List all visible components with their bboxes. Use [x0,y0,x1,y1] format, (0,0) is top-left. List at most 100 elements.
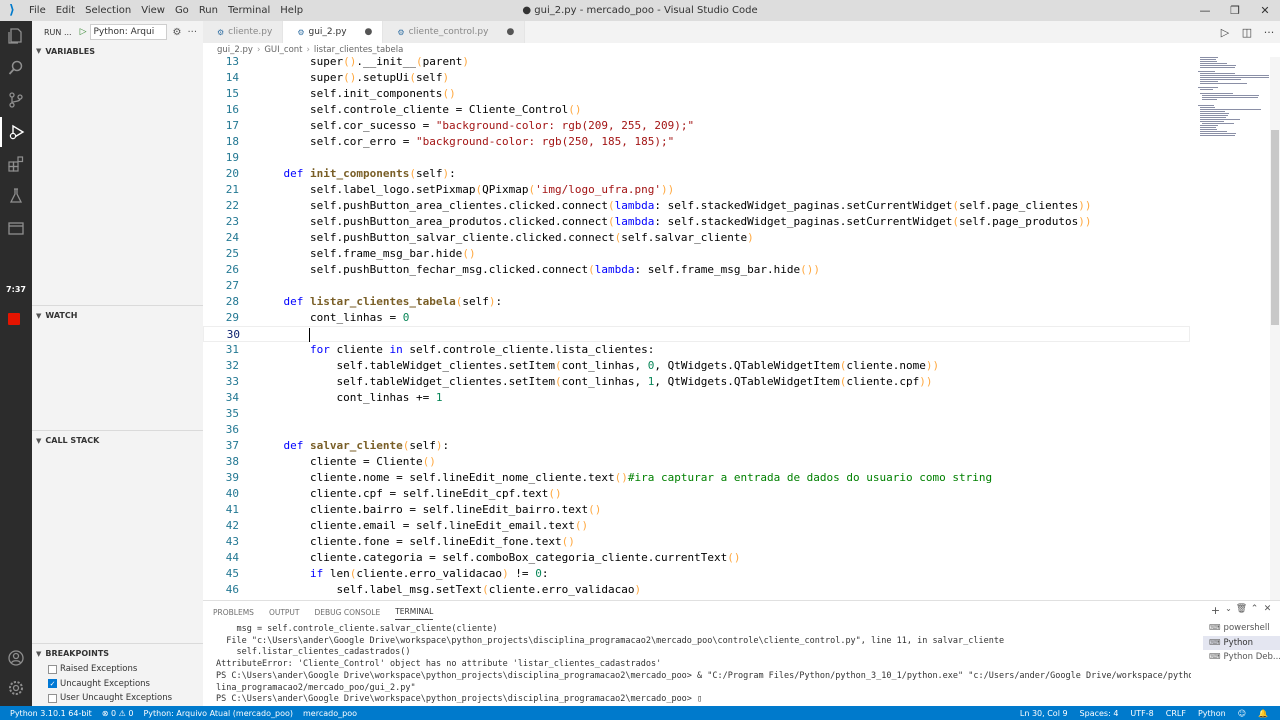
code-line[interactable]: 41 cliente.bairro = self.lineEdit_bairro… [203,502,1190,518]
explorer-icon[interactable] [0,21,32,51]
code-line[interactable]: 27 [203,278,1190,294]
stop-icon[interactable] [8,313,20,325]
encoding[interactable]: UTF-8 [1130,709,1153,718]
terminal-instance[interactable]: ⌨ Python [1203,635,1280,650]
call-stack-section[interactable]: ▼ CALL STACK [32,430,203,450]
modified-dot-icon[interactable]: ● [506,27,514,37]
code-line[interactable]: 24 self.pushButton_salvar_cliente.clicke… [203,230,1190,246]
breakpoint-option[interactable]: ✓ Uncaught Exceptions [48,679,150,689]
restore-icon[interactable]: ❐ [1220,0,1250,21]
new-terminal-icon[interactable]: + [1209,604,1222,617]
code-line[interactable]: 33 self.tableWidget_clientes.setItem(con… [203,374,1190,390]
code-line[interactable]: 20 def init_components(self): [203,166,1190,182]
tab-cliente-py[interactable]: ⚙ cliente.py [203,21,284,43]
terminal-output[interactable]: msg = self.controle_cliente.salvar_clien… [216,624,1191,706]
code-line[interactable]: 15 self.init_components() [203,86,1190,102]
checkbox[interactable] [48,693,57,703]
code-line[interactable]: 34 cont_linhas += 1 [203,390,1190,406]
code-line[interactable]: 44 cliente.categoria = self.comboBox_cat… [203,550,1190,566]
line-ending[interactable]: CRLF [1166,709,1186,718]
code-line[interactable]: 18 self.cor_erro = "background-color: rg… [203,134,1190,150]
code-line[interactable]: 43 cliente.fone = self.lineEdit_fone.tex… [203,534,1190,550]
debug-config[interactable]: Python: Arquivo Atual (mercado_poo) [143,709,293,718]
code-line[interactable]: 45 if len(cliente.erro_validacao) != 0: [203,566,1190,582]
code-line[interactable]: 37 def salvar_cliente(self): [203,438,1190,454]
code-line[interactable]: 21 self.label_logo.setPixmap(QPixmap('im… [203,182,1190,198]
maximize-panel-icon[interactable]: ⌃ [1248,604,1261,617]
code-line[interactable]: 14 super().setupUi(self) [203,70,1190,86]
run-debug-icon[interactable] [0,117,32,147]
panel-tab-debug-console[interactable]: DEBUG CONSOLE [315,603,381,620]
minimize-icon[interactable]: — [1190,0,1220,21]
code-line[interactable]: 42 cliente.email = self.lineEdit_email.t… [203,518,1190,534]
code-line[interactable]: 26 self.pushButton_fechar_msg.clicked.co… [203,262,1190,278]
panel-tab-terminal[interactable]: TERMINAL [395,602,434,620]
code-line[interactable]: 13 super().__init__(parent) [203,57,1190,70]
search-icon[interactable] [0,53,32,83]
breadcrumb-item[interactable]: listar_clientes_tabela [314,45,403,55]
code-editor[interactable]: 13 super().__init__(parent) 14 super().se… [203,57,1280,600]
language-mode[interactable]: Python [1198,709,1226,718]
checkbox[interactable]: ✓ [48,679,57,688]
more-actions-icon[interactable]: ··· [1258,26,1280,39]
checkbox[interactable] [48,664,57,674]
code-line[interactable]: 32 self.tableWidget_clientes.setItem(con… [203,358,1190,374]
tab-gui_2-py[interactable]: ⚙ gui_2.py ● [283,21,384,43]
terminal-instance[interactable]: ⌨ powershell [1203,621,1280,636]
code-line[interactable]: 23 self.pushButton_area_produtos.clicked… [203,214,1190,230]
code-line[interactable]: 29 cont_linhas = 0 [203,310,1190,326]
gear-icon[interactable]: ⚙ [173,27,182,38]
code-line[interactable]: 39 cliente.nome = self.lineEdit_nome_cli… [203,470,1190,486]
problems-count[interactable]: ⊗ 0 ⚠ 0 [102,709,134,718]
panel-tab-output[interactable]: OUTPUT [269,603,300,620]
code-line[interactable]: 28 def listar_clientes_tabela(self): [203,294,1190,310]
code-line[interactable]: 38 cliente = Cliente() [203,454,1190,470]
code-line[interactable]: 40 cliente.cpf = self.lineEdit_cpf.text(… [203,486,1190,502]
split-editor-icon[interactable]: ◫ [1236,26,1258,39]
chevron-down-icon[interactable]: ⌄ [1222,604,1235,617]
close-panel-icon[interactable]: ✕ [1261,604,1274,617]
variables-section[interactable]: ▼ VARIABLES [32,41,203,61]
breadcrumb-item[interactable]: gui_2.py [217,45,253,55]
manage-gear-icon[interactable] [0,673,32,703]
code-line[interactable]: 46 self.label_msg.setText(cliente.erro_v… [203,582,1190,598]
code-line[interactable]: 31 for cliente in self.controle_cliente.… [203,342,1190,358]
source-control-icon[interactable] [0,85,32,115]
cursor-position[interactable]: Ln 30, Col 9 [1020,709,1068,718]
kill-terminal-icon[interactable]: 🗑 [1235,604,1248,617]
watch-section[interactable]: ▼ WATCH [32,305,203,325]
scrollbar-thumb[interactable] [1271,130,1279,325]
breakpoint-option[interactable]: User Uncaught Exceptions [48,693,172,703]
code-line[interactable]: 17 self.cor_sucesso = "background-color:… [203,118,1190,134]
debug-config-select[interactable]: Python: Arqui [89,24,167,40]
menu-edit[interactable]: Edit [51,5,80,16]
more-actions-icon[interactable]: ··· [187,27,197,38]
code-line[interactable]: 16 self.controle_cliente = Cliente_Contr… [203,102,1190,118]
indentation[interactable]: Spaces: 4 [1080,709,1119,718]
editor-scrollbar[interactable] [1270,57,1280,600]
tab-cliente_control-py[interactable]: ⚙ cliente_control.py ● [383,21,526,43]
python-interpreter[interactable]: Python 3.10.1 64-bit [10,709,92,718]
code-line[interactable]: 25 self.frame_msg_bar.hide() [203,246,1190,262]
run-file-icon[interactable]: ▷ [1214,26,1236,39]
feedback-icon[interactable]: ☺ [1238,709,1246,718]
breadcrumb-item[interactable]: GUI_cont [264,45,302,55]
remote-explorer-icon[interactable] [0,213,32,243]
testing-icon[interactable] [0,181,32,211]
accounts-icon[interactable] [0,643,32,673]
menu-go[interactable]: Go [170,5,194,16]
menu-view[interactable]: View [136,5,170,16]
code-line[interactable]: 35 [203,406,1190,422]
folder-name[interactable]: mercado_poo [303,709,357,718]
notifications-icon[interactable]: 🔔 [1258,709,1268,718]
code-line[interactable]: 36 [203,422,1190,438]
menu-terminal[interactable]: Terminal [223,5,275,16]
start-debugging-icon[interactable]: ▷ [80,27,87,37]
breakpoints-section[interactable]: ▼ BREAKPOINTS [32,643,203,663]
panel-tab-problems[interactable]: PROBLEMS [213,603,254,620]
close-icon[interactable]: ✕ [1250,0,1280,21]
code-line[interactable]: 30 [203,326,1190,342]
code-line[interactable]: 22 self.pushButton_area_clientes.clicked… [203,198,1190,214]
terminal-instance[interactable]: ⌨ Python Deb... [1203,650,1280,665]
code-line[interactable]: 19 [203,150,1190,166]
